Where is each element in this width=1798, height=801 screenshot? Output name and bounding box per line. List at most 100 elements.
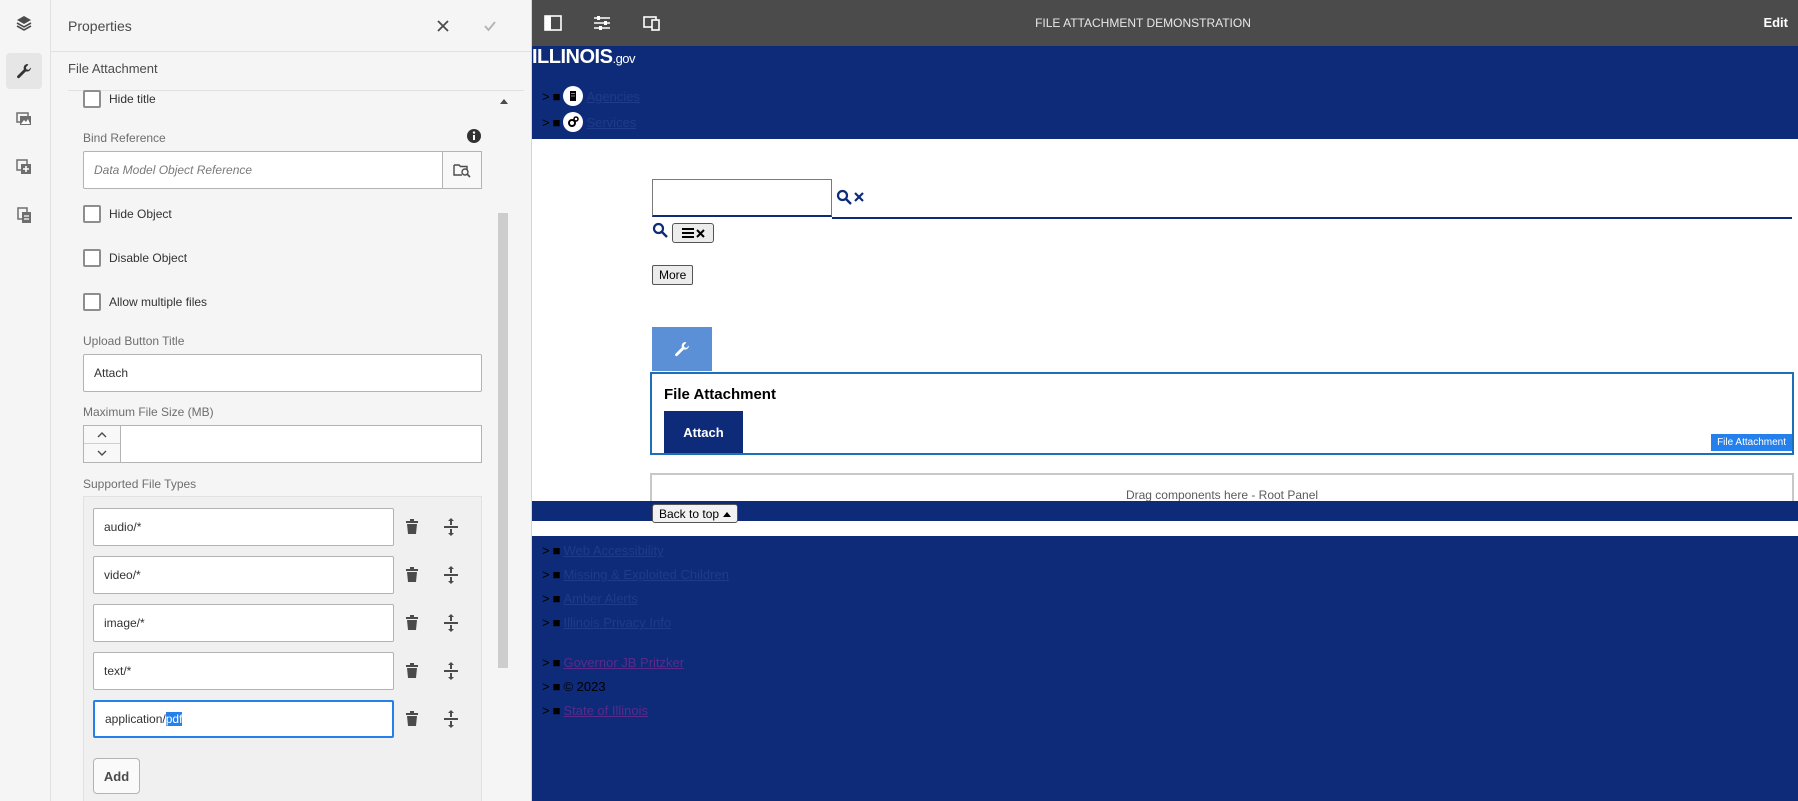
- nav-item-agencies[interactable]: > ■ Agencies: [542, 86, 640, 106]
- checkbox[interactable]: [83, 90, 101, 108]
- state-link[interactable]: State of Illinois: [563, 703, 648, 718]
- panel-title: Properties: [68, 18, 132, 34]
- illinois-logo[interactable]: ILLINOIS.gov: [532, 46, 636, 69]
- footer-item[interactable]: > ■ Missing & Exploited Children: [542, 567, 729, 582]
- add-button[interactable]: Add: [93, 758, 140, 794]
- drag-handle-icon[interactable]: [438, 706, 464, 732]
- nav-link[interactable]: Services: [586, 115, 636, 130]
- search-underline: [832, 217, 1792, 219]
- trash-icon[interactable]: [399, 658, 425, 684]
- drag-handle-icon[interactable]: [438, 610, 464, 636]
- checkmark-icon[interactable]: [478, 14, 502, 38]
- page-title: FILE ATTACHMENT DEMONSTRATION: [1035, 16, 1251, 30]
- file-type-input[interactable]: text/*: [93, 652, 394, 690]
- scrollbar[interactable]: [498, 213, 508, 668]
- checkbox-label: Hide title: [109, 92, 156, 106]
- attach-button[interactable]: Attach: [664, 411, 743, 453]
- chevron-up-icon[interactable]: [84, 426, 120, 444]
- file-type-input[interactable]: video/*: [93, 556, 394, 594]
- building-icon: [563, 86, 584, 106]
- properties-panel: Properties File Attachment Hide title Bi…: [51, 0, 532, 801]
- trash-icon[interactable]: [399, 706, 425, 732]
- allow-multiple-files-checkbox[interactable]: Allow multiple files: [83, 293, 207, 311]
- search-icon[interactable]: [836, 189, 852, 205]
- close-icon: [695, 228, 705, 238]
- info-icon[interactable]: [466, 128, 482, 144]
- governor-link[interactable]: Governor JB Pritzker: [563, 655, 684, 670]
- bullet-dot: ■: [552, 679, 561, 694]
- footer-link[interactable]: Web Accessibility: [563, 543, 663, 558]
- checkbox[interactable]: [83, 249, 101, 267]
- bullet-dot: ■: [552, 591, 561, 606]
- clear-icon[interactable]: [853, 191, 865, 203]
- page-preview: ILLINOIS.gov > ■ Agencies > ■ Services Mor…: [532, 46, 1798, 801]
- footer-item[interactable]: > ■ Illinois Privacy Info: [542, 615, 671, 630]
- footer-link[interactable]: Illinois Privacy Info: [563, 615, 671, 630]
- checkbox-label: Disable Object: [109, 251, 188, 265]
- bind-reference-label: Bind Reference: [83, 131, 166, 145]
- wrench-icon[interactable]: [6, 53, 42, 89]
- bullet: >: [542, 591, 550, 606]
- footer-item[interactable]: > ■ State of Illinois: [542, 703, 648, 718]
- gears-icon: [563, 112, 584, 132]
- footer-link[interactable]: Amber Alerts: [563, 591, 637, 606]
- footer-link[interactable]: Missing & Exploited Children: [563, 567, 728, 582]
- search-submit[interactable]: [836, 189, 865, 205]
- bullet: >: [542, 679, 550, 694]
- bind-reference-input[interactable]: Data Model Object Reference: [83, 151, 444, 189]
- footer-item[interactable]: > ■ Amber Alerts: [542, 591, 638, 606]
- assets-icon[interactable]: [6, 101, 42, 137]
- file-type-input[interactable]: image/*: [93, 604, 394, 642]
- wrench-icon[interactable]: [652, 327, 712, 371]
- file-type-input-active[interactable]: application/pdf: [93, 700, 394, 738]
- trash-icon[interactable]: [399, 514, 425, 540]
- component-name: File Attachment: [68, 61, 158, 76]
- footer-item[interactable]: > ■ Governor JB Pritzker: [542, 655, 684, 670]
- file-type-prefix: application/: [105, 712, 166, 726]
- logo-text: ILLINOIS: [532, 46, 613, 68]
- back-to-top-label: Back to top: [659, 506, 720, 521]
- disable-object-checkbox[interactable]: Disable Object: [83, 249, 187, 267]
- menu-toggle-button[interactable]: [672, 223, 714, 243]
- copyright: © 2023: [563, 679, 606, 694]
- bullet-dot: ■: [552, 543, 561, 558]
- bullet: >: [542, 655, 550, 670]
- drag-handle-icon[interactable]: [438, 514, 464, 540]
- logo-suffix: .gov: [612, 51, 636, 66]
- file-type-input[interactable]: audio/*: [93, 508, 394, 546]
- chevron-down-icon[interactable]: [84, 444, 120, 462]
- folder-search-icon[interactable]: [442, 151, 482, 189]
- content-tree-icon[interactable]: [6, 197, 42, 233]
- max-file-size-input[interactable]: [121, 425, 482, 463]
- trash-icon[interactable]: [399, 562, 425, 588]
- file-attachment-component[interactable]: File Attachment Attach File Attachment: [650, 372, 1794, 455]
- drag-handle-icon[interactable]: [438, 562, 464, 588]
- panel-header: Properties: [51, 0, 531, 52]
- caret-up-icon[interactable]: [497, 94, 511, 108]
- site-header: ILLINOIS.gov > ■ Agencies > ■ Services: [532, 46, 1798, 139]
- search-icon[interactable]: [652, 222, 668, 241]
- add-component-icon[interactable]: [6, 149, 42, 185]
- checkbox[interactable]: [83, 293, 101, 311]
- layers-icon[interactable]: [6, 5, 42, 41]
- trash-icon[interactable]: [399, 610, 425, 636]
- back-to-top-button[interactable]: Back to top: [652, 504, 739, 523]
- hide-object-checkbox[interactable]: Hide Object: [83, 205, 172, 223]
- search-input[interactable]: [652, 179, 832, 217]
- checkbox-label: Hide Object: [109, 207, 172, 221]
- nav-item-services[interactable]: > ■ Services: [542, 112, 636, 132]
- bullet: >: [542, 88, 550, 104]
- drag-handle-icon[interactable]: [438, 658, 464, 684]
- upload-button-title-label: Upload Button Title: [83, 334, 185, 348]
- bullet-dot: ■: [552, 655, 561, 670]
- more-button[interactable]: More: [652, 265, 694, 285]
- bullet-dot: ■: [552, 615, 561, 630]
- footer-item[interactable]: > ■ Web Accessibility: [542, 543, 664, 558]
- checkbox[interactable]: [83, 205, 101, 223]
- file-size-stepper[interactable]: [83, 425, 121, 463]
- close-icon[interactable]: [431, 14, 455, 38]
- hide-title-checkbox[interactable]: Hide title: [83, 90, 156, 108]
- nav-link[interactable]: Agencies: [586, 89, 639, 104]
- mode-selector[interactable]: Edit: [1763, 15, 1788, 30]
- upload-button-title-input[interactable]: Attach: [83, 354, 482, 392]
